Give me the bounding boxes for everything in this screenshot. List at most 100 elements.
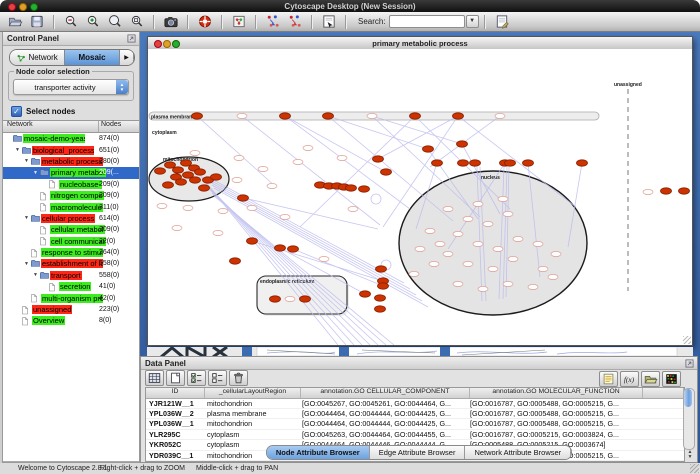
zoom-area-icon: [129, 14, 145, 29]
svg-text:f(x): f(x): [624, 375, 635, 384]
select-attributes-button[interactable]: [187, 370, 206, 386]
network-node: [319, 256, 329, 261]
search-input[interactable]: [389, 15, 465, 28]
network-node: [280, 113, 291, 119]
network-node: [163, 182, 174, 188]
disclosure-triangle-icon[interactable]: ▼: [23, 158, 30, 164]
tab-overflow-arrow[interactable]: ▶: [120, 50, 134, 65]
annotation-page-button[interactable]: [319, 13, 339, 30]
table-row[interactable]: YPL036W__1mitochondrion[GO:0044464, GO:0…: [146, 419, 684, 429]
zoom-in-button[interactable]: [83, 13, 103, 30]
network-green-icon: [16, 53, 26, 63]
table-cell: mitochondrion: [204, 419, 299, 428]
network-canvas-holder: plasma membranecytoplasmmitochondrionnuc…: [148, 49, 692, 345]
network-tree-row[interactable]: cellular metabol209(0): [3, 224, 139, 235]
zoom-in-icon: [85, 14, 101, 29]
network-node: [505, 160, 516, 166]
network-node: [232, 177, 242, 182]
tree-column-nodes[interactable]: Nodes: [98, 121, 139, 132]
layout-merge-button[interactable]: [285, 13, 305, 30]
unselect-attributes-button[interactable]: [208, 370, 227, 386]
table-cell: YPL036W__2: [146, 409, 204, 418]
tree-node-count: 209(0): [99, 226, 119, 233]
network-node: [488, 266, 498, 271]
new-attribute-button[interactable]: [166, 370, 185, 386]
table-scrollbar[interactable]: [683, 388, 695, 450]
zoom-fit-button[interactable]: [105, 13, 125, 30]
network-node: [528, 284, 538, 289]
import-attributes-button[interactable]: [641, 371, 660, 387]
network-tree-row[interactable]: macromolecule311(0): [3, 201, 139, 212]
network-tree-row[interactable]: nitrogen compo209(0): [3, 190, 139, 201]
network-tree-row[interactable]: ▼transport558(0): [3, 270, 139, 281]
column-header[interactable]: ID: [146, 388, 205, 398]
delete-attribute-button[interactable]: [229, 370, 248, 386]
layout-partition-button[interactable]: [263, 13, 283, 30]
search-dropdown-button[interactable]: ▼: [466, 15, 479, 28]
zoom-fit-icon: [107, 14, 123, 29]
network-node: [473, 201, 483, 206]
float-panel-icon[interactable]: [127, 34, 136, 43]
network-tree-row[interactable]: ▼cellular process614(0): [3, 213, 139, 224]
network-tree-row[interactable]: unassigned223(0): [3, 304, 139, 315]
disclosure-triangle-icon[interactable]: ▼: [32, 170, 39, 176]
tab-network-attribute-browser[interactable]: Network Attribute Browser: [465, 446, 571, 459]
select-nodes-checkbox[interactable]: ✓: [11, 106, 22, 117]
zoom-area-button[interactable]: [127, 13, 147, 30]
disclosure-triangle-icon[interactable]: ▼: [23, 215, 30, 221]
table-row[interactable]: YLR295Ccytoplasm[GO:0045263, GO:0044464,…: [146, 430, 684, 440]
tree-node-count: 874(0): [99, 135, 119, 142]
tab-network[interactable]: Network: [10, 50, 65, 65]
network-overview-button[interactable]: [229, 13, 249, 30]
save-session-button[interactable]: [27, 13, 47, 30]
disclosure-triangle-icon[interactable]: ▼: [32, 272, 39, 278]
window-resize-grip[interactable]: [683, 336, 691, 344]
network-tree-row[interactable]: response to stimulu264(0): [3, 247, 139, 258]
table-cell: [GO:0016787, GO:0005488, GO:0005215, G..…: [467, 399, 639, 408]
table-row[interactable]: YPL036W__2plasma membrane[GO:0044464, GO…: [146, 409, 684, 419]
attr-table-button[interactable]: [145, 370, 164, 386]
network-tree-row[interactable]: mosaic-demo-yeast874(0): [3, 133, 139, 144]
tab-mosaic[interactable]: Mosaic: [65, 50, 120, 65]
network-tree-row[interactable]: cell communicat22(0): [3, 236, 139, 247]
column-header[interactable]: annotation.GO CELLULAR_COMPONENT: [301, 388, 470, 398]
zoom-out-button[interactable]: [61, 13, 81, 30]
tree-node-count: 41(0): [99, 283, 115, 290]
network-canvas[interactable]: plasma membranecytoplasmmitochondrionnuc…: [148, 49, 692, 345]
network-tree-row[interactable]: multi-organism pro42(0): [3, 292, 139, 303]
tree-file-icon: [21, 305, 29, 315]
session-annotation-button[interactable]: [492, 13, 512, 30]
table-row[interactable]: YJR121W__1mitochondrion[GO:0045267, GO:0…: [146, 399, 684, 409]
network-node: [173, 167, 184, 173]
network-tree-row[interactable]: nucleobase-209(0): [3, 179, 139, 190]
formula-builder-button[interactable]: f(x): [620, 371, 639, 387]
new-attribute-icon: [168, 371, 183, 385]
attribute-matrix-button[interactable]: [662, 371, 681, 387]
attribute-notes-button[interactable]: [599, 371, 618, 387]
open-session-button[interactable]: [5, 13, 25, 30]
network-tree-row[interactable]: secretion41(0): [3, 281, 139, 292]
float-panel-icon[interactable]: [685, 359, 694, 368]
tree-column-network[interactable]: Network: [3, 121, 98, 132]
tab-edge-attribute-browser[interactable]: Edge Attribute Browser: [370, 446, 466, 459]
network-tree-row[interactable]: Overview8(0): [3, 315, 139, 326]
network-tree-row[interactable]: ▼primary metabol209(...: [3, 167, 139, 178]
snapshot-camera-button[interactable]: [161, 13, 181, 30]
network-node: [234, 155, 244, 160]
network-tree-row[interactable]: ▼establishment of lo558(0): [3, 258, 139, 269]
scrollbar-thumb[interactable]: [684, 389, 692, 407]
network-node: [415, 246, 425, 251]
node-color-select[interactable]: transporter activity ▲▼: [13, 79, 129, 95]
help-lifering-button[interactable]: [195, 13, 215, 30]
tree-node-label: nucleobase-: [59, 180, 102, 189]
app-resize-grip[interactable]: [690, 464, 699, 473]
network-node: [375, 295, 386, 301]
network-tree-row[interactable]: ▼biological_process651(0): [3, 144, 139, 155]
tab-node-attribute-browser[interactable]: Node Attribute Browser: [267, 446, 370, 459]
column-header[interactable]: _cellularLayoutRegion: [205, 388, 301, 398]
disclosure-triangle-icon[interactable]: ▼: [14, 147, 21, 153]
toolbar-icons: [4, 13, 340, 30]
column-header[interactable]: annotation.GO MOLECULAR_FUNCTION: [470, 388, 643, 398]
network-tree-row[interactable]: ▼metabolic process280(0): [3, 156, 139, 167]
disclosure-triangle-icon[interactable]: ▼: [23, 261, 30, 267]
